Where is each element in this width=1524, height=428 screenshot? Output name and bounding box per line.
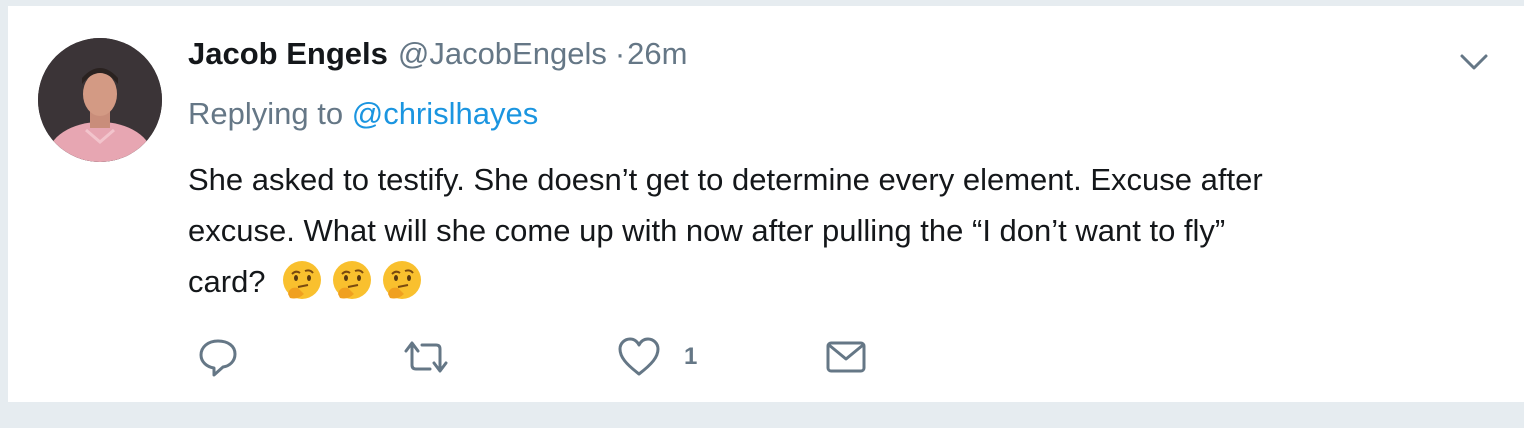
direct-message-button[interactable] (824, 332, 868, 382)
thinking-face-emoji-icon (280, 258, 324, 302)
tweet-header: Jacob Engels @JacobEngels · 26m (188, 36, 687, 80)
replying-to: Replying to @chrislhayes (188, 96, 538, 132)
retweet-button[interactable] (400, 332, 452, 382)
tweet-card[interactable]: Jacob Engels @JacobEngels · 26m Replying… (8, 4, 1524, 404)
like-button[interactable]: 1 (616, 332, 697, 382)
tweet-text-line: card? (188, 256, 1488, 307)
thinking-face-emoji-icon (380, 258, 424, 302)
retweet-icon (404, 341, 448, 373)
tweet-actions: 1 (188, 332, 1088, 382)
tweet-text: She asked to testify. She doesn’t get to… (188, 154, 1488, 307)
thinking-face-emoji-icon (330, 258, 374, 302)
avatar[interactable] (38, 38, 162, 162)
replying-to-label: Replying to (188, 96, 352, 131)
tweet-text-line: excuse. What will she come up with now a… (188, 213, 1226, 248)
profile-photo-icon (38, 38, 162, 162)
chevron-down-icon[interactable] (1454, 42, 1494, 82)
envelope-icon (826, 341, 866, 373)
timestamp[interactable]: 26m (627, 36, 687, 72)
reply-button[interactable] (196, 332, 240, 382)
mention-link[interactable]: @chrislhayes (352, 96, 539, 131)
tweet-text-line: She asked to testify. She doesn’t get to… (188, 162, 1263, 197)
author-handle[interactable]: @JacobEngels (398, 36, 607, 72)
tweet-text-tail: card? (188, 264, 266, 299)
separator-dot: · (614, 36, 626, 71)
like-count: 1 (684, 343, 698, 370)
reply-icon (199, 339, 237, 377)
author-name[interactable]: Jacob Engels (188, 36, 388, 72)
heart-icon (618, 337, 660, 376)
